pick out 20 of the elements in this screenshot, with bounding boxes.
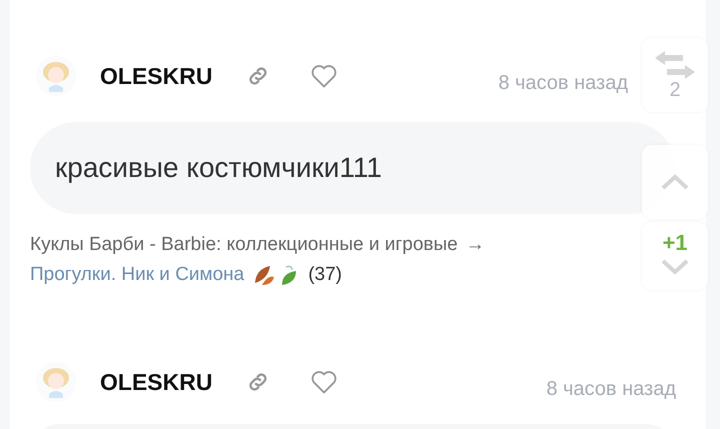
reply-count: (37) (308, 263, 342, 287)
heart-icon (310, 369, 338, 395)
swap-button[interactable]: 2 (642, 38, 708, 112)
author-name[interactable]: OLESKRU (100, 62, 212, 90)
heart-icon (310, 63, 338, 89)
downvote-button[interactable]: +1 (642, 222, 708, 290)
vote-count-label: +1 (662, 230, 688, 256)
upvote-button[interactable] (642, 145, 708, 219)
comment-text: красивые костюмчики111 (55, 152, 383, 184)
comment-time: 8 часов назад (546, 378, 676, 400)
category-text: Куклы Барби - Barbie: коллекционные и игровые (30, 233, 458, 257)
like-button[interactable] (310, 369, 338, 395)
comment-time: 8 часов назад (498, 72, 628, 94)
swap-arrows-icon (653, 50, 697, 80)
like-button[interactable] (310, 63, 338, 89)
chevron-up-icon (661, 174, 689, 190)
author-name[interactable]: OLESKRU (100, 368, 212, 396)
topic-link[interactable]: Прогулки. Ник и Симона (30, 260, 244, 290)
chevron-down-icon (661, 259, 689, 275)
arrow-text: → (466, 233, 485, 257)
